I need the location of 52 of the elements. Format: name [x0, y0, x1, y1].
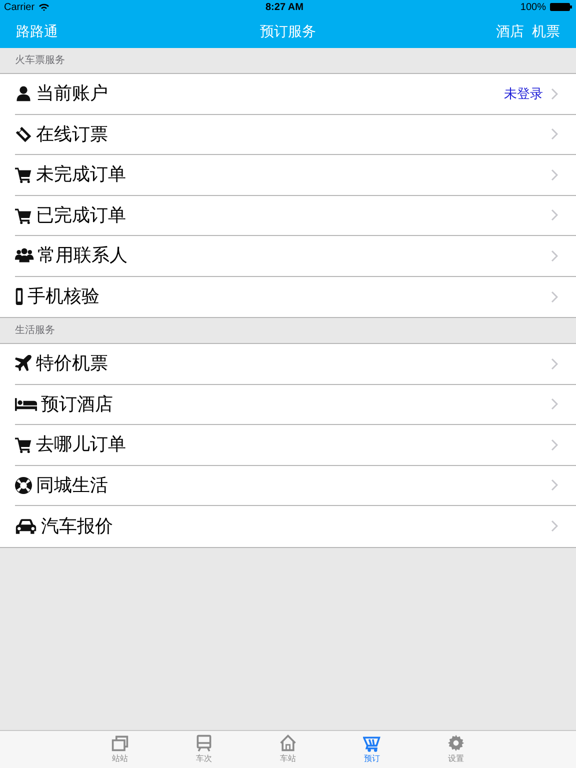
row-label: 当前账户 — [36, 82, 109, 106]
people-icon — [15, 247, 34, 264]
row-label: 未完成订单 — [36, 163, 127, 186]
car-icon — [15, 518, 37, 535]
row-label: 汽车报价 — [41, 514, 114, 538]
chevron-icon — [551, 520, 558, 532]
list-row[interactable]: 在线订票 — [15, 114, 576, 155]
carrier-text: Carrier — [4, 0, 35, 14]
clock-text: 8:27 AM — [266, 0, 304, 14]
row-label: 在线订票 — [36, 122, 109, 146]
home-icon — [279, 734, 297, 752]
cart-icon — [15, 206, 32, 224]
chevron-icon — [551, 168, 558, 181]
cart-icon — [363, 734, 381, 752]
chevron-icon — [551, 128, 558, 140]
chevron-icon — [551, 358, 558, 370]
chevron-icon — [551, 398, 558, 410]
phone-icon — [15, 288, 24, 306]
list-row[interactable]: 预订酒店 — [15, 384, 576, 425]
row-label: 特价机票 — [36, 352, 109, 376]
cart-icon — [15, 166, 32, 184]
gear-icon — [447, 734, 465, 752]
plane-icon — [15, 355, 32, 372]
chevron-icon — [551, 88, 558, 100]
cart-icon — [15, 436, 32, 454]
tab[interactable]: 预订 — [350, 731, 394, 768]
bus-icon — [195, 734, 213, 752]
section-header: 火车票服务 — [15, 54, 65, 68]
row-label: 已完成订单 — [36, 204, 127, 227]
list-row[interactable]: 同城生活 — [15, 466, 576, 506]
row-label: 预订酒店 — [41, 392, 114, 416]
chevron-icon — [551, 479, 558, 492]
row-label: 同城生活 — [36, 474, 109, 497]
ticket-icon — [15, 126, 32, 143]
row-label: 去哪儿订单 — [36, 433, 127, 456]
row-label: 常用联系人 — [38, 244, 129, 268]
list-row[interactable]: 已完成订单 — [15, 196, 576, 236]
chevron-icon — [551, 290, 558, 303]
battery-text: 100% — [520, 0, 546, 14]
lifebuoy-icon — [15, 476, 32, 494]
bed-icon — [15, 396, 37, 413]
row-label: 手机核验 — [28, 285, 100, 308]
wifi-icon — [38, 3, 49, 11]
chevron-icon — [551, 209, 558, 222]
chevron-icon — [551, 438, 558, 451]
user-icon — [15, 85, 32, 102]
windows-icon — [111, 734, 129, 752]
nav-title: 预订服务 — [260, 22, 316, 40]
chevron-icon — [551, 250, 558, 262]
battery-icon — [550, 3, 572, 11]
login-status: 未登录 — [504, 85, 543, 103]
section-header: 生活服务 — [15, 324, 55, 338]
